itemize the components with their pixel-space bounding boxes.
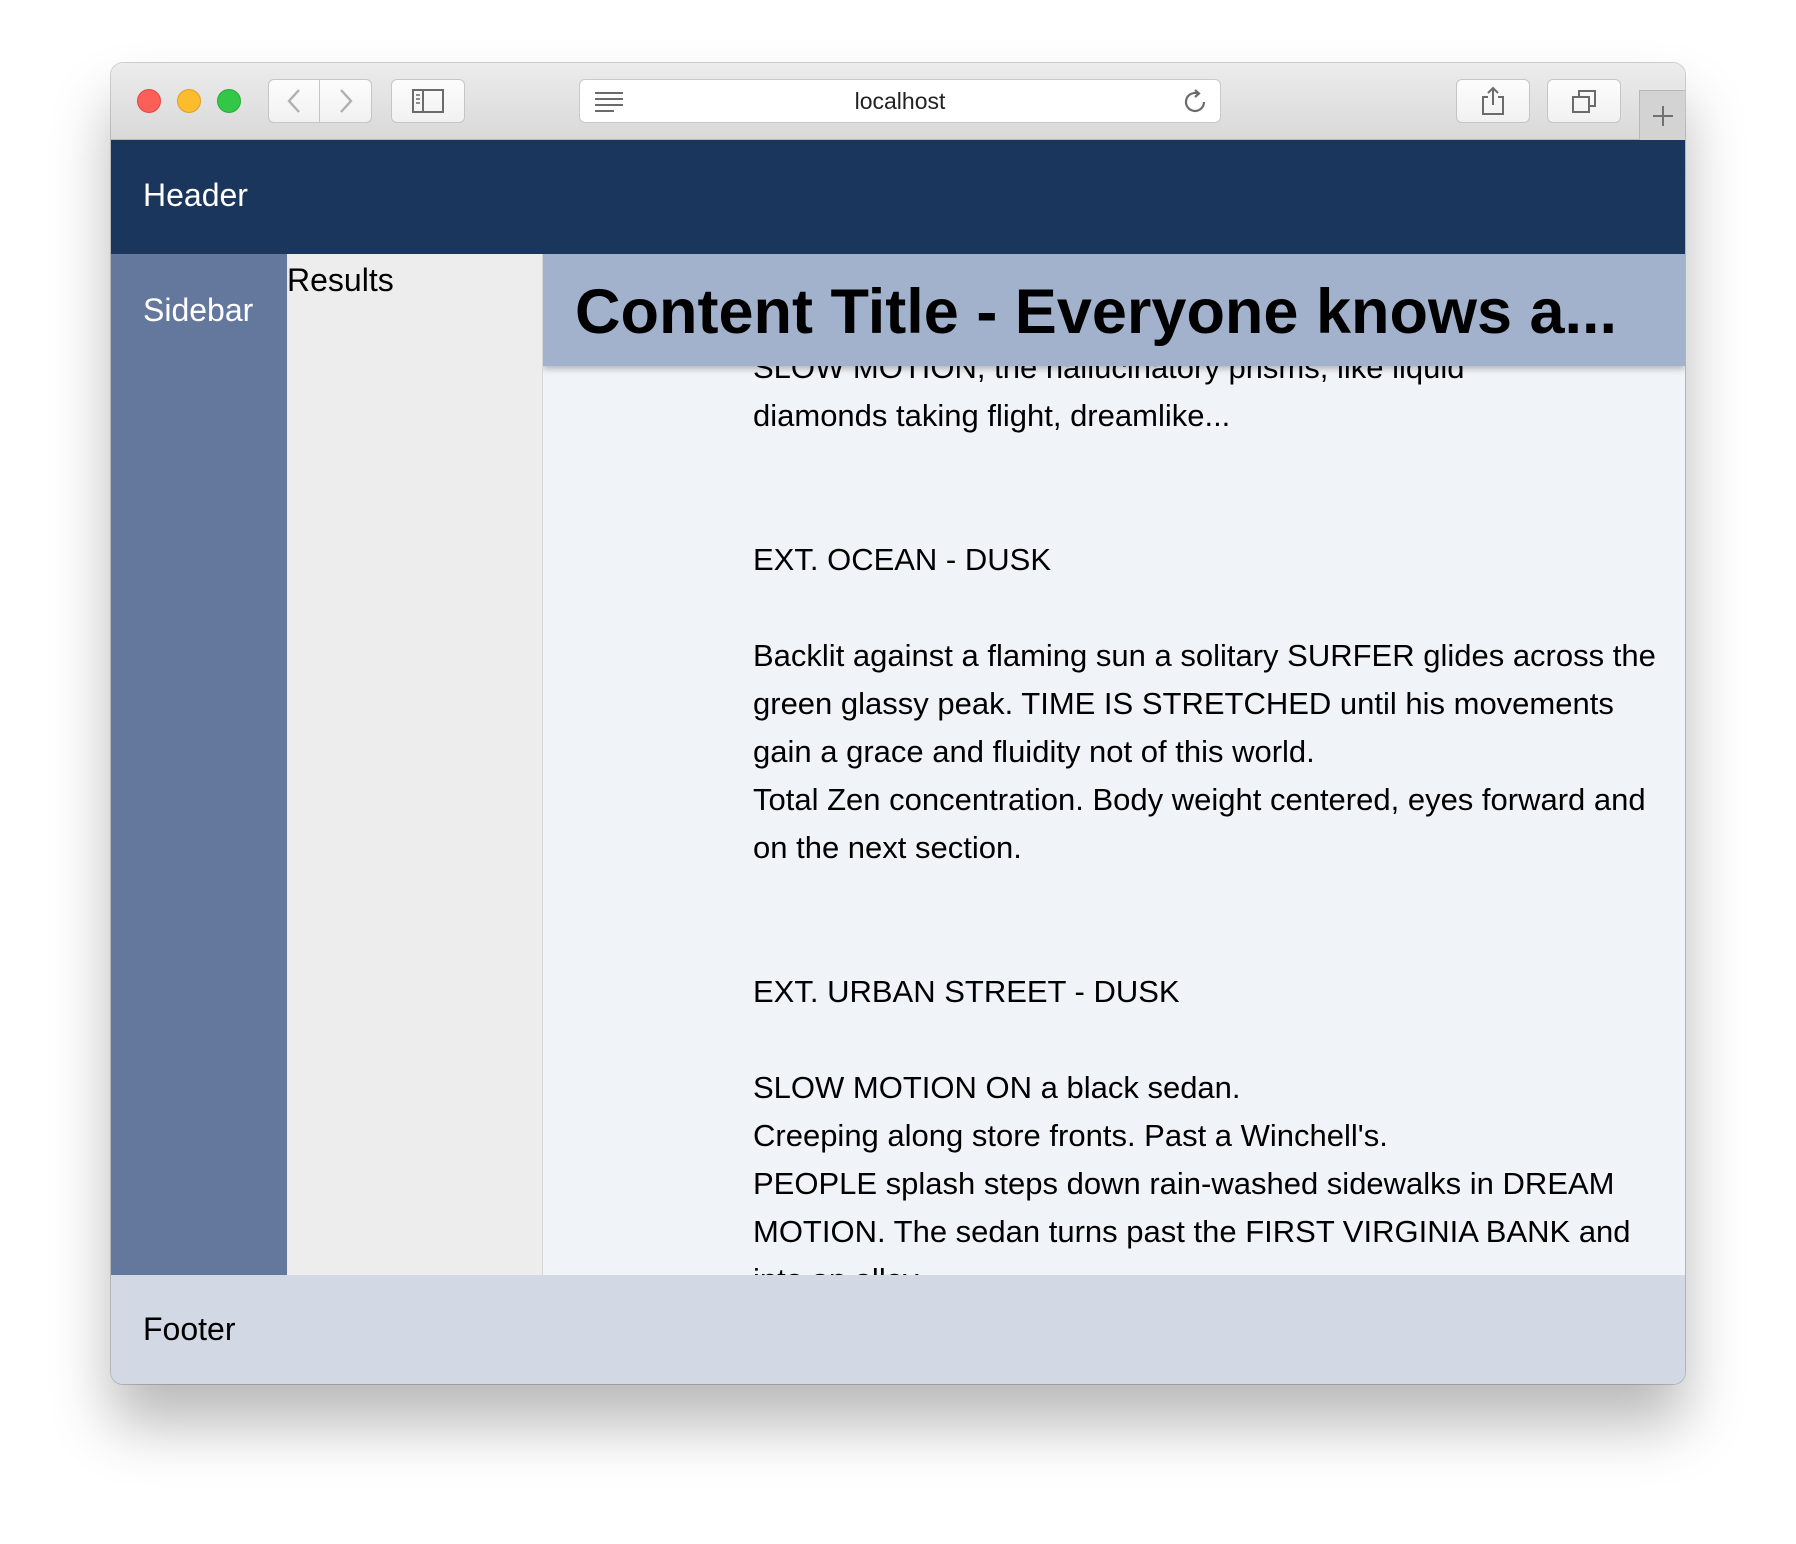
screenplay-text: SLOW MOTION, the hallucinatory prisms, l… <box>753 344 1673 1275</box>
address-bar[interactable]: localhost <box>579 79 1221 123</box>
browser-toolbar: localhost <box>111 63 1685 140</box>
chevron-left-icon <box>287 89 300 113</box>
content-title: Content Title - Everyone knows a... <box>575 277 1618 347</box>
script-paragraph: Total Zen concentration. Body weight cen… <box>753 782 1646 865</box>
url-text: localhost <box>854 88 946 114</box>
web-page: Header Sidebar Results Content Title - E… <box>111 140 1685 1384</box>
script-paragraph: SLOW MOTION ON a black sedan. <box>753 1070 1241 1105</box>
sidebar: Sidebar <box>111 254 287 1275</box>
script-line: diamonds taking flight, dreamlike... <box>753 398 1231 433</box>
footer-label: Footer <box>143 1311 236 1347</box>
results-panel: Results <box>287 254 543 1275</box>
plus-icon <box>1652 105 1673 126</box>
back-button[interactable] <box>268 79 320 123</box>
scene-heading: EXT. OCEAN - DUSK <box>753 542 1051 577</box>
sidebar-toggle-button[interactable] <box>391 79 465 123</box>
page-header: Header <box>111 140 1685 254</box>
content-title-bar: Content Title - Everyone knows a... <box>543 254 1685 366</box>
page-footer: Footer <box>111 1275 1685 1384</box>
scene-heading: EXT. URBAN STREET - DUSK <box>753 974 1180 1009</box>
share-icon <box>1482 86 1504 115</box>
tabs-overview-icon <box>1572 90 1596 113</box>
script-paragraph: Backlit against a flaming sun a solitary… <box>753 638 1656 769</box>
header-label: Header <box>143 177 248 213</box>
sidebar-label: Sidebar <box>143 292 254 328</box>
script-paragraph: Creeping along store fronts. Past a Winc… <box>753 1118 1388 1153</box>
content-area[interactable]: Content Title - Everyone knows a... SLOW… <box>543 254 1685 1275</box>
results-label: Results <box>287 262 394 298</box>
share-button[interactable] <box>1456 79 1530 123</box>
browser-window: localhost Header Sidebar Results Content… <box>111 63 1685 1384</box>
forward-button[interactable] <box>320 79 372 123</box>
sidebar-icon <box>412 89 444 113</box>
tabs-overview-button[interactable] <box>1547 79 1621 123</box>
close-window-button[interactable] <box>137 89 161 113</box>
reload-icon[interactable] <box>1182 89 1208 115</box>
new-tab-button[interactable] <box>1639 90 1685 140</box>
minimize-window-button[interactable] <box>177 89 201 113</box>
script-paragraph: PEOPLE splash steps down rain-washed sid… <box>753 1166 1631 1275</box>
maximize-window-button[interactable] <box>217 89 241 113</box>
chevron-right-icon <box>339 89 353 113</box>
